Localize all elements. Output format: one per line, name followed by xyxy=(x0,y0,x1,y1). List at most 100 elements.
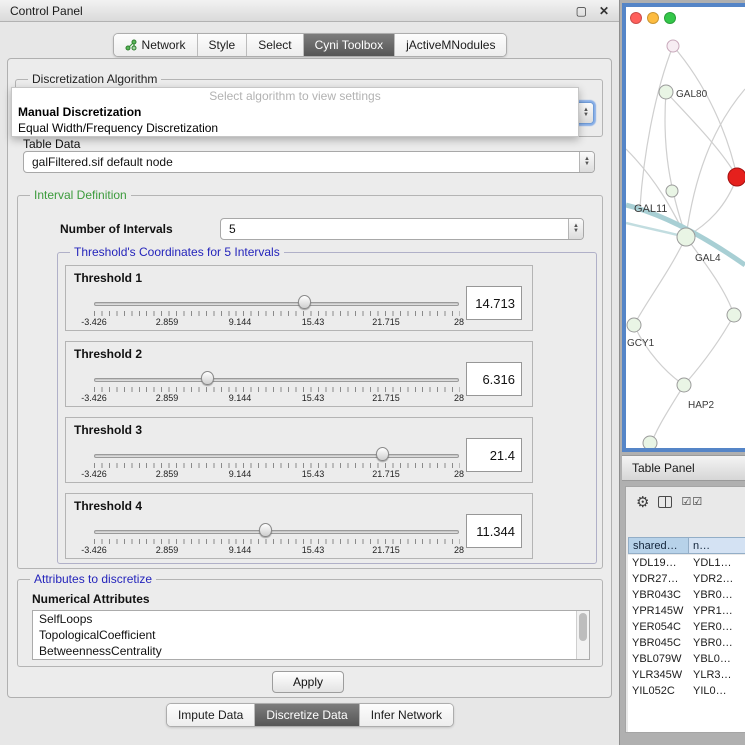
slider-thumb[interactable] xyxy=(201,371,214,385)
table-row[interactable]: YDR27…YDR2… xyxy=(628,571,745,587)
algorithm-dropdown-popup: Select algorithm to view settings Manual… xyxy=(11,87,579,137)
stepper-icon: ▲▼ xyxy=(579,152,594,172)
float-window-icon[interactable]: ▢ xyxy=(576,5,587,17)
number-of-intervals-select[interactable]: 5 ▲▼ xyxy=(220,218,584,240)
columns-icon[interactable] xyxy=(658,496,672,508)
table-cell[interactable]: YDL1… xyxy=(689,555,745,571)
table-cell[interactable]: YDR2… xyxy=(689,571,745,587)
column-header-name[interactable]: n… xyxy=(689,537,745,554)
tick-label: -3.426 xyxy=(81,393,107,403)
table-row[interactable]: YIL052CYIL0… xyxy=(628,683,745,699)
threshold-label: Threshold 1 xyxy=(74,271,142,285)
slider-track[interactable] xyxy=(94,302,459,306)
tab-impute-data[interactable]: Impute Data xyxy=(167,704,255,726)
table-cell[interactable]: YER054C xyxy=(628,619,689,635)
threshold-value-input[interactable]: 11.344 xyxy=(466,514,522,548)
table-cell[interactable]: YLR345W xyxy=(628,667,689,683)
tab-cyni-toolbox[interactable]: Cyni Toolbox xyxy=(304,34,395,56)
tab-network[interactable]: Network xyxy=(114,34,198,56)
table-cell[interactable]: YBR0… xyxy=(689,635,745,651)
table-row[interactable]: YER054CYER0… xyxy=(628,619,745,635)
threshold-panel-1: Threshold 1 -3.4262.8599.14415.4321.7152… xyxy=(65,265,533,331)
close-icon[interactable]: ✕ xyxy=(599,5,609,17)
tab-discretize-data[interactable]: Discretize Data xyxy=(255,704,359,726)
tick-label: 2.859 xyxy=(156,393,179,403)
slider-track[interactable] xyxy=(94,454,459,458)
network-node[interactable] xyxy=(727,308,741,322)
table-cell[interactable]: YBL0… xyxy=(689,651,745,667)
network-node[interactable] xyxy=(677,228,695,246)
threshold-value-input[interactable]: 6.316 xyxy=(466,362,522,396)
table-row[interactable]: YLR345WYLR3… xyxy=(628,667,745,683)
stepper-icon: ▲▼ xyxy=(578,103,593,123)
table-data-select[interactable]: galFiltered.sif default node ▲▼ xyxy=(23,151,595,173)
slider-thumb[interactable] xyxy=(259,523,272,537)
gear-icon[interactable]: ⚙ xyxy=(636,495,649,510)
table-row[interactable]: YPR145WYPR1… xyxy=(628,603,745,619)
discretization-algorithm-group-title: Discretization Algorithm xyxy=(28,72,161,86)
tab-label: Discretize Data xyxy=(266,708,347,722)
table-row[interactable]: YBR043CYBR0… xyxy=(628,587,745,603)
table-toolbar: ⚙ ☑☑ xyxy=(626,487,745,517)
table-cell[interactable]: YLR3… xyxy=(689,667,745,683)
table-cell[interactable]: YDR27… xyxy=(628,571,689,587)
tick-label: 28 xyxy=(454,393,464,403)
table-row[interactable]: YBR045CYBR0… xyxy=(628,635,745,651)
slider-thumb[interactable] xyxy=(376,447,389,461)
tab-jactivemodules[interactable]: jActiveMNodules xyxy=(395,34,506,56)
tick-label: 15.43 xyxy=(302,393,325,403)
network-canvas[interactable]: GAL80 GAL11 GAL4 GCY1 HAP2 xyxy=(626,29,745,448)
threshold-value-input[interactable]: 21.4 xyxy=(466,438,522,472)
tick-label: 9.144 xyxy=(229,545,252,555)
slider-track[interactable] xyxy=(94,530,459,534)
tab-infer-network[interactable]: Infer Network xyxy=(360,704,453,726)
table-cell[interactable]: YPR1… xyxy=(689,603,745,619)
table-cell[interactable]: YER0… xyxy=(689,619,745,635)
tab-style[interactable]: Style xyxy=(198,34,248,56)
network-node-label: GAL80 xyxy=(676,89,708,100)
table-panel: ⚙ ☑☑ shared… n… YDL19…YDL1…YDR27…YDR2…YB… xyxy=(625,486,745,733)
table-cell[interactable]: YBR043C xyxy=(628,587,689,603)
table-cell[interactable]: YIL0… xyxy=(689,683,745,699)
table-cell[interactable]: YBR0… xyxy=(689,587,745,603)
network-icon xyxy=(125,39,137,51)
dropdown-option-equal-width[interactable]: Equal Width/Frequency Discretization xyxy=(12,120,578,136)
window-close-button[interactable] xyxy=(630,12,642,24)
table-cell[interactable]: YDL19… xyxy=(628,555,689,571)
table-cell[interactable]: YPR145W xyxy=(628,603,689,619)
network-node[interactable] xyxy=(666,185,678,197)
network-node[interactable] xyxy=(667,40,679,52)
numerical-attributes-list[interactable]: SelfLoopsTopologicalCoefficientBetweenne… xyxy=(32,610,590,660)
table-cell[interactable]: YBL079W xyxy=(628,651,689,667)
table-cell[interactable]: YBR045C xyxy=(628,635,689,651)
select-columns-icon[interactable]: ☑☑ xyxy=(681,497,703,508)
table-row[interactable]: YBL079WYBL0… xyxy=(628,651,745,667)
attributes-group: Attributes to discretize Numerical Attri… xyxy=(17,579,603,667)
dropdown-option-manual-discretization[interactable]: Manual Discretization xyxy=(12,104,578,120)
tab-select[interactable]: Select xyxy=(247,34,303,56)
window-title: Control Panel xyxy=(10,4,83,18)
network-node[interactable] xyxy=(659,85,673,99)
table-row[interactable]: YDL19…YDL1… xyxy=(628,555,745,571)
attribute-list-item[interactable]: BetweennessCentrality xyxy=(33,643,589,659)
window-minimize-button[interactable] xyxy=(647,12,659,24)
attribute-list-item[interactable]: SelfLoops xyxy=(33,611,589,627)
network-node-highlighted[interactable] xyxy=(728,168,745,186)
attribute-list-item[interactable]: TopologicalCoefficient xyxy=(33,627,589,643)
threshold-value-input[interactable]: 14.713 xyxy=(466,286,522,320)
window-zoom-button[interactable] xyxy=(664,12,676,24)
table-cell[interactable]: YIL052C xyxy=(628,683,689,699)
list-scrollbar-thumb[interactable] xyxy=(579,613,587,641)
network-node[interactable] xyxy=(627,318,641,332)
apply-button[interactable]: Apply xyxy=(272,671,344,693)
stepper-icon: ▲▼ xyxy=(568,219,583,239)
slider-thumb[interactable] xyxy=(298,295,311,309)
slider-track[interactable] xyxy=(94,378,459,382)
list-scrollbar[interactable] xyxy=(576,611,589,659)
numerical-attributes-label: Numerical Attributes xyxy=(32,592,150,606)
network-node[interactable] xyxy=(643,436,657,448)
column-header-shared-name[interactable]: shared… xyxy=(628,537,689,554)
control-panel-window: Control Panel ▢ ✕ Network Style Se xyxy=(0,0,620,745)
network-node-label: GAL11 xyxy=(634,203,667,215)
network-node[interactable] xyxy=(677,378,691,392)
